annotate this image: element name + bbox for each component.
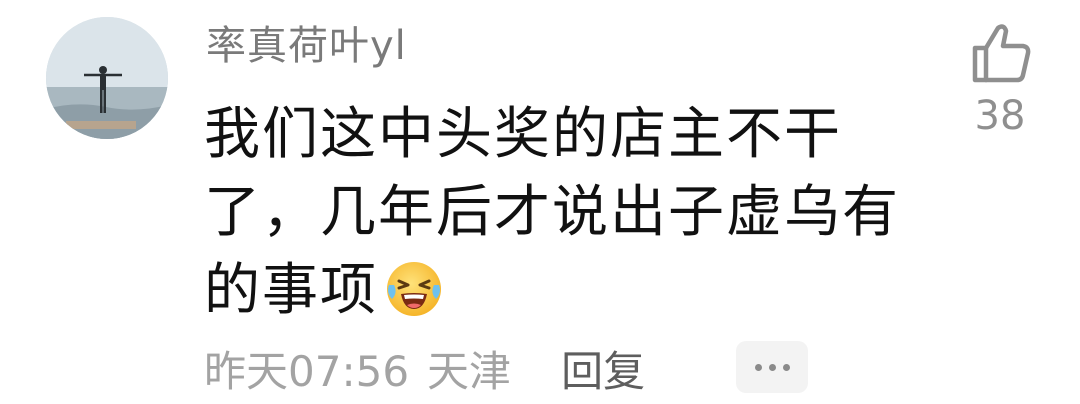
more-dots-icon: [754, 363, 762, 371]
more-dot: [768, 363, 776, 371]
timestamp: 昨天07:56: [204, 346, 410, 396]
location: 天津: [427, 346, 512, 396]
comment-text: 我们这中头奖的店主不干了，几年后才说出子虚乌有的事项: [204, 96, 924, 330]
avatar-image: [46, 17, 168, 139]
laughing-crying-face-icon: [384, 259, 444, 319]
like-button[interactable]: 38: [960, 20, 1040, 140]
comment-meta: 昨天07:56 天津 回复: [204, 340, 645, 396]
more-button[interactable]: [736, 341, 808, 393]
thumbs-up-icon: [972, 24, 1031, 83]
reply-button[interactable]: 回复: [561, 338, 645, 399]
comment-item: 率真荷叶yl 我们这中头奖的店主不干了，几年后才说出子虚乌有的事项 昨天07:5…: [0, 0, 1080, 404]
username[interactable]: 率真荷叶yl: [206, 20, 407, 72]
comment-body: 我们这中头奖的店主不干了，几年后才说出子虚乌有的事项: [204, 102, 900, 323]
avatar[interactable]: [46, 17, 168, 139]
more-dot: [782, 363, 790, 371]
like-count: 38: [974, 93, 1026, 139]
